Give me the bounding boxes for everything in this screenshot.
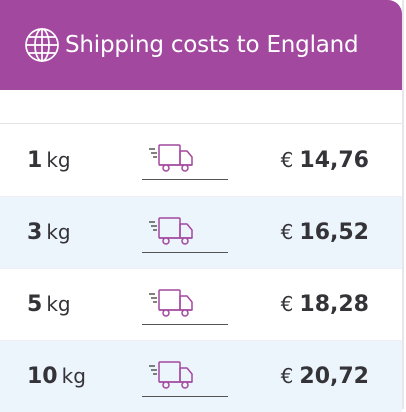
delivery-truck-icon: [142, 213, 228, 253]
globe-icon: [25, 28, 59, 62]
price-label: €18,28: [280, 292, 369, 317]
weight-label: 5 kg: [27, 292, 71, 317]
weight-label: 1 kg: [27, 147, 71, 173]
shipping-costs-card: Shipping costs to England 1 kg €14,76 3 kg: [0, 0, 404, 412]
price-label: €20,72: [280, 364, 369, 389]
delivery-truck-icon: [142, 140, 228, 180]
weight-label: 3 kg: [27, 220, 71, 245]
delivery-truck-icon: [142, 357, 228, 397]
rate-row: 1 kg €14,76: [0, 124, 402, 196]
rate-row: 10 kg €20,72: [0, 340, 402, 412]
page-title: Shipping costs to England: [65, 32, 359, 58]
card-header: Shipping costs to England: [0, 0, 402, 90]
header-spacer: [0, 90, 402, 124]
rate-row: 3 kg €16,52: [0, 196, 402, 268]
delivery-truck-icon: [142, 285, 228, 325]
price-label: €14,76: [280, 147, 369, 173]
rate-row: 5 kg €18,28: [0, 268, 402, 340]
weight-label: 10 kg: [27, 364, 86, 389]
price-label: €16,52: [280, 220, 369, 245]
